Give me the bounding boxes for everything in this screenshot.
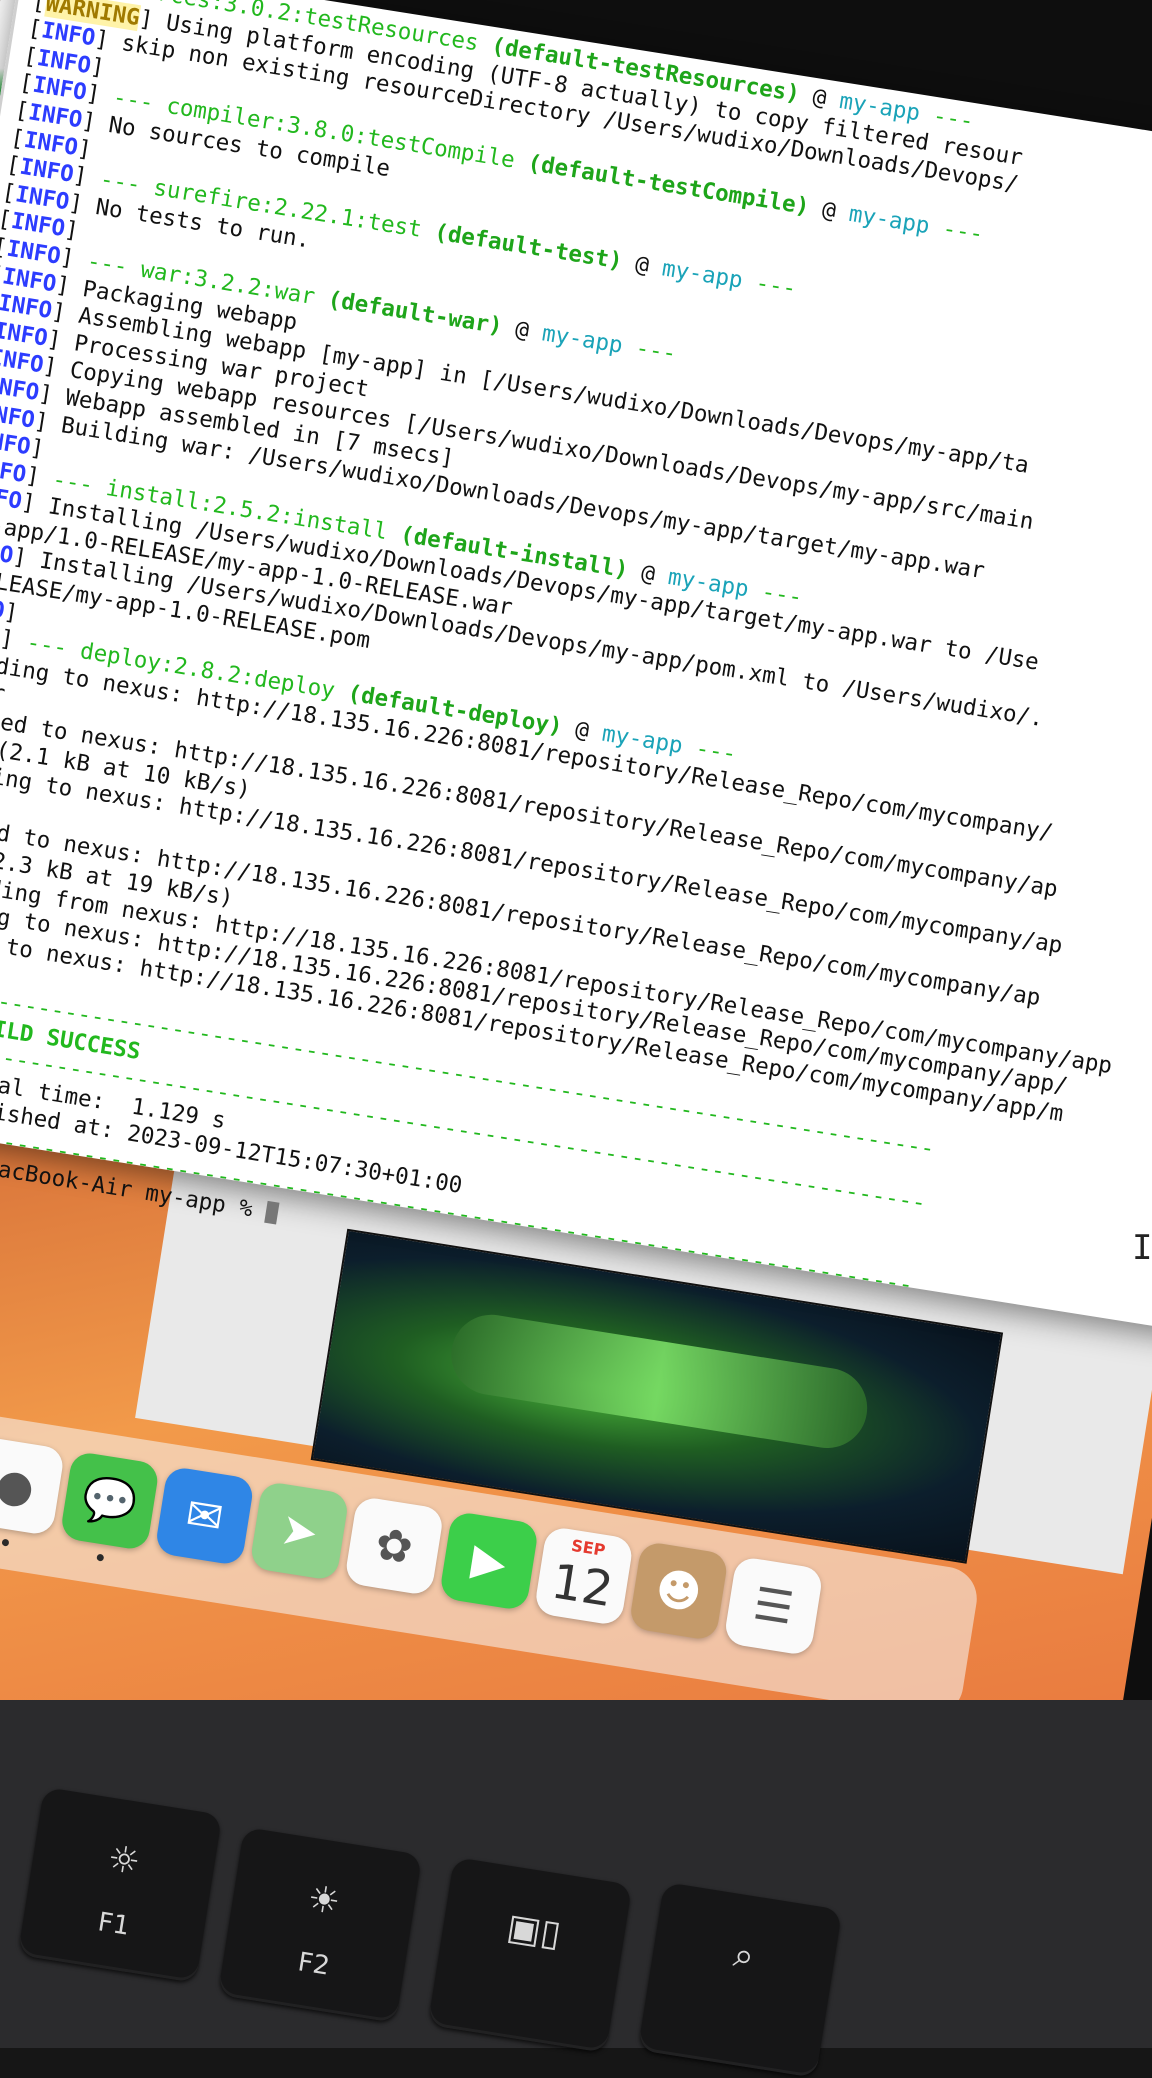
bracket: ]: [71, 162, 102, 192]
dock-messages-icon[interactable]: 💬: [59, 1451, 160, 1552]
screen: --- resources:3.0.2:testResources (defau…: [0, 0, 1152, 1700]
laptop: --- resources:3.0.2:testResources (defau…: [0, 0, 1152, 2048]
key-label: F1: [23, 1896, 205, 1954]
running-indicator: [96, 1554, 104, 1562]
bracket: ]: [37, 380, 68, 410]
bracket: ]: [46, 326, 77, 356]
f4-symbol-icon: ⌕: [652, 1921, 836, 1991]
bracket: ]: [20, 489, 51, 519]
separator: @: [560, 715, 604, 747]
terminal-cursor: [264, 1201, 279, 1225]
separator: @: [626, 557, 670, 589]
bracket: ]: [67, 189, 98, 219]
separator: @: [620, 249, 664, 281]
dock-facetime-icon[interactable]: ▶: [439, 1511, 540, 1612]
bracket: ]: [93, 26, 124, 56]
dock-contacts-icon[interactable]: ☻: [628, 1541, 729, 1642]
key-label: [437, 1966, 615, 1994]
dock-mail-icon[interactable]: ✉: [154, 1466, 255, 1567]
key-f2[interactable]: ☀F2: [218, 1827, 422, 2023]
chrome-glyph: ●: [0, 1458, 38, 1514]
key-f1[interactable]: ☼F1: [18, 1787, 222, 1983]
photos-glyph: ✿: [372, 1518, 416, 1574]
terminal-output[interactable]: --- resources:3.0.2:testResources (defau…: [0, 0, 1152, 1371]
desktop: --- resources:3.0.2:testResources (defau…: [0, 0, 1152, 1700]
dock-reminders-icon[interactable]: ☰: [723, 1556, 824, 1657]
robot-image: [446, 1309, 873, 1454]
bracket: ]: [76, 135, 107, 165]
terminal-window[interactable]: --- resources:3.0.2:testResources (defau…: [0, 0, 1152, 1331]
messages-glyph: 💬: [79, 1471, 141, 1531]
separator: @: [807, 195, 851, 227]
bracket: ]: [84, 80, 115, 110]
key-label: [647, 1991, 825, 2019]
reminders-glyph: ☰: [750, 1578, 797, 1635]
keyboard: ☼F1☀F2▣▯⌕: [0, 1700, 1152, 2048]
key-label: F2: [223, 1936, 405, 1994]
separator: @: [797, 82, 841, 114]
bracket: ]: [28, 435, 59, 465]
facetime-glyph: ▶: [468, 1533, 509, 1589]
dock-maps-icon[interactable]: ➤: [249, 1481, 350, 1582]
contacts-glyph: ☻: [652, 1562, 705, 1620]
bracket: ]: [80, 108, 111, 138]
dock-photos-icon[interactable]: ✿: [344, 1496, 445, 1597]
key-f3[interactable]: ▣▯: [428, 1857, 632, 2053]
bracket: ]: [33, 408, 64, 438]
mail-glyph: ✉: [182, 1488, 226, 1544]
bracket: ]: [2, 598, 33, 628]
bracket: ]: [50, 298, 81, 328]
f3-symbol-icon: ▣▯: [442, 1896, 626, 1965]
bracket: ]: [58, 244, 89, 274]
running-indicator: [1, 1539, 9, 1547]
f1-symbol-icon: ☼: [32, 1826, 216, 1895]
bracket: ]: [24, 462, 55, 492]
bracket: ]: [89, 53, 120, 83]
bracket: ]: [41, 353, 72, 383]
bracket: ]: [63, 217, 94, 247]
maps-glyph: ➤: [277, 1503, 321, 1559]
f2-symbol-icon: ☀: [232, 1866, 416, 1935]
bracket: ]: [54, 271, 85, 301]
dock-chrome-icon[interactable]: ●: [0, 1436, 65, 1537]
key-f4[interactable]: ⌕: [638, 1882, 842, 2078]
text-cursor-icon: I: [1132, 1228, 1152, 1268]
separator: @: [500, 314, 544, 346]
dock-calendar-icon[interactable]: SEP12: [534, 1526, 635, 1627]
bracket: ]: [11, 544, 42, 574]
